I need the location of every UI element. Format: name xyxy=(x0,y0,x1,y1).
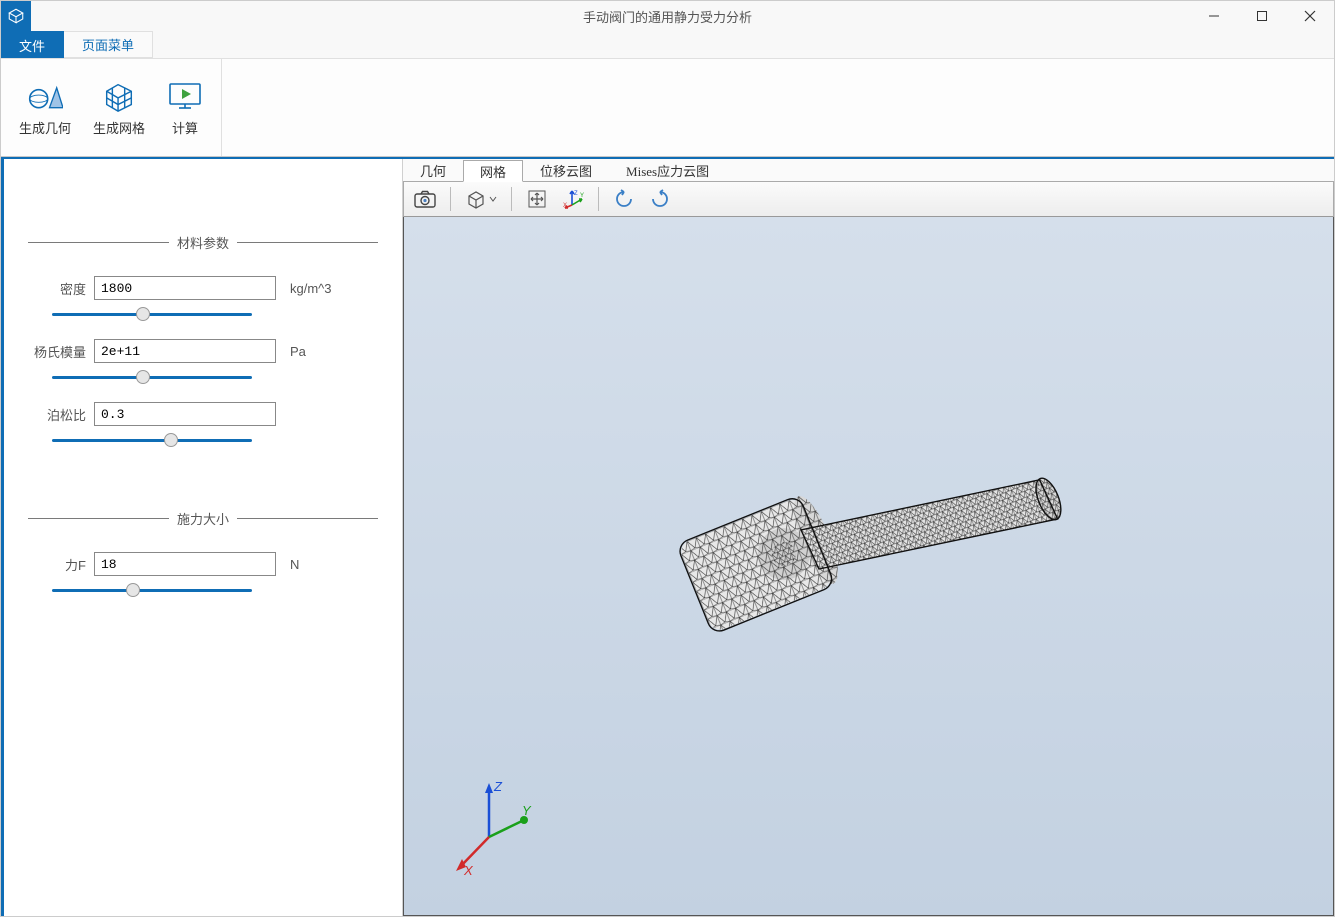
poisson-label: 泊松比 xyxy=(28,405,86,424)
menu-tabs: 文件 页面菜单 xyxy=(1,31,1334,59)
axis-triad: Z Y X xyxy=(444,777,534,877)
viewtab-mises[interactable]: Mises应力云图 xyxy=(609,159,726,181)
youngs-label: 杨氏模量 xyxy=(28,342,86,361)
title-bar: 手动阀门的通用静力受力分析 xyxy=(1,1,1334,31)
rotate-cw-icon xyxy=(649,189,671,209)
poisson-input[interactable] xyxy=(94,402,276,426)
app-window: 手动阀门的通用静力受力分析 文件 页面菜单 生成几何 生成网格 xyxy=(0,0,1335,917)
viewport-3d[interactable]: Z Y X xyxy=(403,217,1334,916)
ribbon-gen-geometry[interactable]: 生成几何 xyxy=(15,74,75,141)
ribbon-gen-mesh-label: 生成网格 xyxy=(93,118,145,137)
svg-text:Z: Z xyxy=(493,779,503,794)
viewtab-displacement[interactable]: 位移云图 xyxy=(523,159,609,181)
density-unit: kg/m^3 xyxy=(290,281,350,296)
app-icon xyxy=(1,1,31,31)
svg-text:Y: Y xyxy=(522,803,532,818)
poisson-slider[interactable] xyxy=(52,439,252,442)
density-slider[interactable] xyxy=(52,313,252,316)
ribbon-compute-label: 计算 xyxy=(172,118,198,137)
force-section-title: 施力大小 xyxy=(28,509,378,528)
viewport-toolbar: ZY X xyxy=(403,181,1334,217)
minimize-button[interactable] xyxy=(1190,1,1238,31)
youngs-slider[interactable] xyxy=(52,376,252,379)
svg-text:Z: Z xyxy=(574,191,578,197)
forceF-unit: N xyxy=(290,557,350,572)
density-input[interactable] xyxy=(94,276,276,300)
play-monitor-icon xyxy=(167,78,203,114)
mesh-model xyxy=(634,362,1102,714)
rotate-ccw-button[interactable] xyxy=(609,185,639,213)
snapshot-button[interactable] xyxy=(410,185,440,213)
ribbon-group: 生成几何 生成网格 计算 xyxy=(15,59,222,156)
rotate-cw-button[interactable] xyxy=(645,185,675,213)
density-label: 密度 xyxy=(28,279,86,298)
view-preset-button[interactable] xyxy=(461,185,501,213)
axes-button[interactable]: ZY X xyxy=(558,185,588,213)
pan-arrows-icon xyxy=(527,189,547,209)
sidebar: 材料参数 密度 kg/m^3 杨氏模量 Pa 泊松比 xyxy=(1,159,403,916)
ribbon-gen-geometry-label: 生成几何 xyxy=(19,118,71,137)
rotate-ccw-icon xyxy=(613,189,635,209)
pan-button[interactable] xyxy=(522,185,552,213)
forceF-label: 力F xyxy=(28,555,86,574)
forceF-slider[interactable] xyxy=(52,589,252,592)
poisson-row: 泊松比 xyxy=(28,402,378,426)
camera-icon xyxy=(414,190,436,208)
density-row: 密度 kg/m^3 xyxy=(28,276,378,300)
forceF-input[interactable] xyxy=(94,552,276,576)
close-button[interactable] xyxy=(1286,1,1334,31)
cube-icon xyxy=(465,189,487,209)
svg-text:X: X xyxy=(463,863,474,877)
cube-mesh-icon xyxy=(101,78,137,114)
youngs-row: 杨氏模量 Pa xyxy=(28,339,378,363)
body-area: 材料参数 密度 kg/m^3 杨氏模量 Pa 泊松比 xyxy=(1,157,1334,916)
window-controls xyxy=(1190,1,1334,31)
viewtab-mesh[interactable]: 网格 xyxy=(463,160,523,182)
main-area: 几何 网格 位移云图 Mises应力云图 ZYX xyxy=(403,159,1334,916)
menu-tab-page[interactable]: 页面菜单 xyxy=(64,31,153,58)
ribbon-compute[interactable]: 计算 xyxy=(163,74,207,141)
sphere-cone-icon xyxy=(27,78,63,114)
chevron-down-icon xyxy=(489,196,497,202)
axes-icon: ZY X xyxy=(562,189,584,209)
window-title: 手动阀门的通用静力受力分析 xyxy=(583,7,752,26)
menu-tab-file[interactable]: 文件 xyxy=(1,31,64,58)
youngs-unit: Pa xyxy=(290,344,350,359)
svg-text:Y: Y xyxy=(580,193,584,199)
maximize-button[interactable] xyxy=(1238,1,1286,31)
forceF-row: 力F N xyxy=(28,552,378,576)
svg-text:X: X xyxy=(563,203,567,209)
view-tabs: 几何 网格 位移云图 Mises应力云图 xyxy=(403,159,1334,181)
youngs-input[interactable] xyxy=(94,339,276,363)
viewtab-geometry[interactable]: 几何 xyxy=(403,159,463,181)
ribbon-bar: 生成几何 生成网格 计算 xyxy=(1,59,1334,157)
material-section-title: 材料参数 xyxy=(28,233,378,252)
ribbon-gen-mesh[interactable]: 生成网格 xyxy=(89,74,149,141)
